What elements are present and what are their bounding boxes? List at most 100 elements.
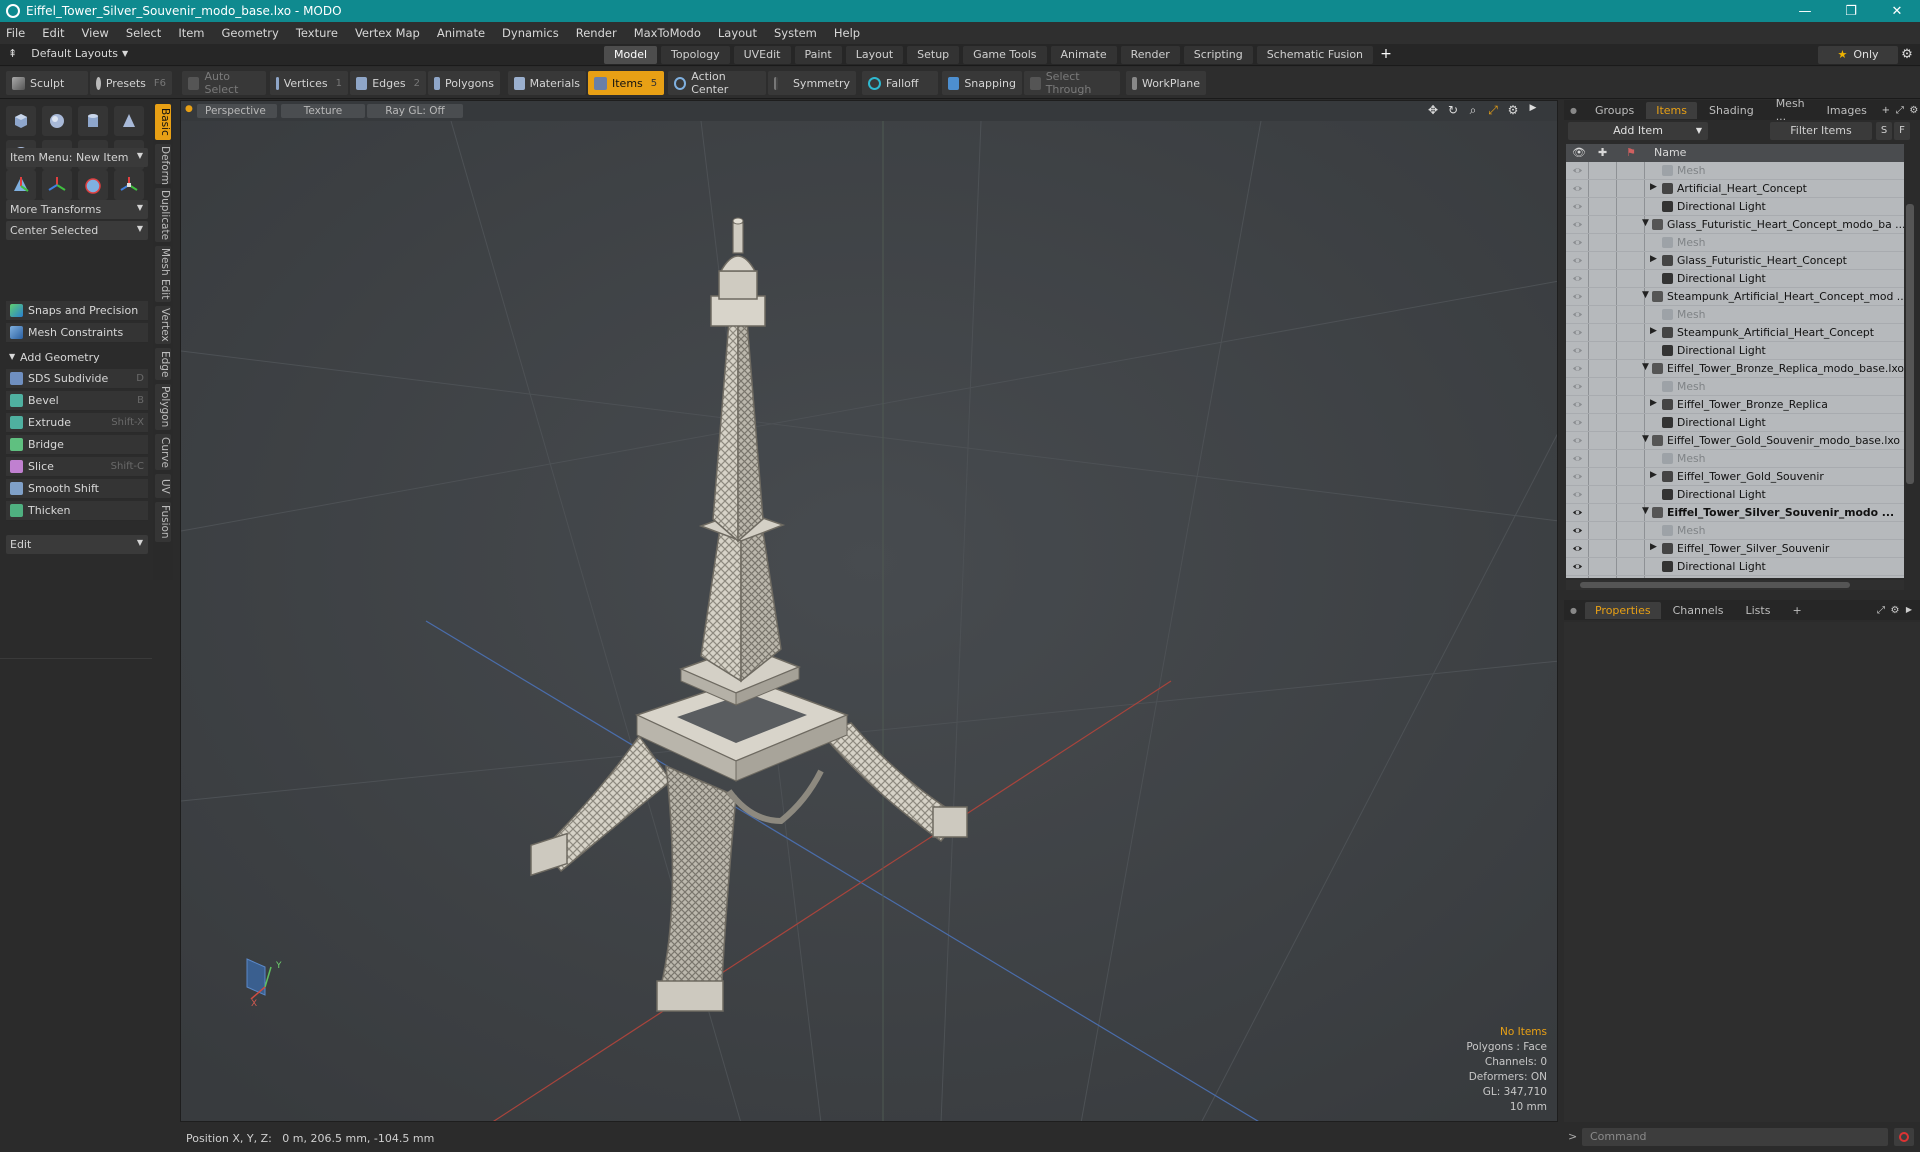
- viewport-canvas[interactable]: [181, 101, 1558, 1122]
- sidetab-vertex[interactable]: Vertex: [155, 306, 171, 344]
- vertices-button[interactable]: Vertices 1: [270, 71, 348, 95]
- center-selected-dropdown[interactable]: Center Selected ▼: [6, 221, 148, 240]
- expand-triangle-icon[interactable]: ▼: [1642, 218, 1649, 228]
- tab-model[interactable]: Model: [604, 46, 658, 64]
- mesh-constraints-button[interactable]: Mesh Constraints: [6, 323, 148, 343]
- tree-row-mesh[interactable]: Mesh: [1566, 450, 1904, 468]
- perspective-view-button[interactable]: Perspective: [197, 104, 277, 118]
- tree-row-mesh[interactable]: Mesh: [1566, 522, 1904, 540]
- sphere-icon[interactable]: [42, 106, 72, 136]
- menu-render[interactable]: Render: [576, 26, 617, 40]
- expand-triangle-icon[interactable]: ▼: [1642, 506, 1649, 516]
- items-button[interactable]: Items 5: [588, 71, 664, 95]
- tab-images[interactable]: Images: [1817, 102, 1877, 119]
- sculpt-button[interactable]: Sculpt: [6, 71, 88, 95]
- visibility-eye-icon[interactable]: [1572, 363, 1583, 374]
- tab-channels[interactable]: Channels: [1663, 602, 1734, 619]
- add-props-tab-button[interactable]: +: [1782, 602, 1811, 619]
- name-column-header[interactable]: Name: [1654, 146, 1686, 159]
- tree-row-group[interactable]: ▶ Steampunk_Artificial_Heart_Concept: [1566, 324, 1904, 342]
- expand-panel-icon[interactable]: ⤢: [1874, 605, 1888, 616]
- scale-transform-icon[interactable]: [78, 170, 108, 200]
- symmetry-button[interactable]: Symmetry: [768, 71, 856, 95]
- orbit-icon[interactable]: ↻: [1443, 103, 1463, 118]
- tab-properties[interactable]: Properties: [1584, 601, 1661, 619]
- extrude-button[interactable]: Extrude Shift-X: [6, 413, 148, 433]
- tab-layout[interactable]: Layout: [845, 46, 904, 64]
- workplane-button[interactable]: WorkPlane: [1126, 71, 1206, 95]
- tree-row-mesh[interactable]: Mesh: [1566, 234, 1904, 252]
- expand-triangle-icon[interactable]: ▼: [1642, 434, 1649, 444]
- menu-layout[interactable]: Layout: [718, 26, 757, 40]
- tree-row-mesh[interactable]: Mesh: [1566, 378, 1904, 396]
- expand-triangle-icon[interactable]: ▶: [1650, 470, 1657, 480]
- tab-animate[interactable]: Animate: [1050, 46, 1117, 64]
- visibility-eye-icon[interactable]: [1572, 309, 1583, 320]
- menu-file[interactable]: File: [6, 26, 25, 40]
- visibility-eye-icon[interactable]: [1572, 417, 1583, 428]
- expand-triangle-icon[interactable]: ▼: [1642, 290, 1649, 300]
- tree-row-light[interactable]: Directional Light: [1566, 342, 1904, 360]
- tab-items[interactable]: Items: [1646, 101, 1697, 119]
- expand-triangle-icon[interactable]: ▶: [1650, 182, 1657, 192]
- bridge-button[interactable]: Bridge: [6, 435, 148, 455]
- lock-column-icon[interactable]: ✚: [1598, 146, 1607, 159]
- rotate-transform-icon[interactable]: [42, 170, 72, 200]
- tree-row-group[interactable]: ▶ Glass_Futuristic_Heart_Concept: [1566, 252, 1904, 270]
- tree-row-light[interactable]: Directional Light: [1566, 270, 1904, 288]
- gear-icon[interactable]: ⚙: [1896, 46, 1918, 64]
- menu-dynamics[interactable]: Dynamics: [502, 26, 559, 40]
- item-menu-dropdown-real[interactable]: Item Menu: New Item ▼: [6, 148, 148, 167]
- tree-row-mesh[interactable]: Mesh: [1566, 162, 1904, 180]
- menu-texture[interactable]: Texture: [296, 26, 338, 40]
- expand-triangle-icon[interactable]: ▶: [1650, 254, 1657, 264]
- sidetab-uv[interactable]: UV: [155, 474, 171, 498]
- menu-select[interactable]: Select: [126, 26, 161, 40]
- visibility-eye-icon[interactable]: [1572, 471, 1583, 482]
- edit-dropdown[interactable]: Edit ▼: [6, 535, 148, 554]
- viewport-menu-dot-icon[interactable]: ●: [185, 104, 193, 114]
- command-history-button[interactable]: [1894, 1128, 1914, 1146]
- sidetab-duplicate[interactable]: Duplicate: [155, 188, 171, 242]
- tab-shading[interactable]: Shading: [1699, 102, 1764, 119]
- smooth-shift-button[interactable]: Smooth Shift: [6, 479, 148, 499]
- sidetab-edge[interactable]: Edge: [155, 348, 171, 380]
- expand-triangle-icon[interactable]: ▶: [1650, 542, 1657, 552]
- visibility-eye-icon[interactable]: [1572, 489, 1583, 500]
- snaps-precision-button[interactable]: Snaps and Precision: [6, 301, 148, 321]
- falloff-button[interactable]: Falloff: [862, 71, 938, 95]
- tree-row-light[interactable]: Directional Light: [1566, 486, 1904, 504]
- tree-row-group[interactable]: ▶ Eiffel_Tower_Silver_Souvenir: [1566, 540, 1904, 558]
- tab-groups[interactable]: Groups: [1585, 102, 1644, 119]
- menu-vertex-map[interactable]: Vertex Map: [355, 26, 420, 40]
- default-layouts-dropdown[interactable]: ⇞ Default Layouts ▼: [8, 47, 128, 60]
- tree-row-group[interactable]: ▶ Eiffel_Tower_Gold_Souvenir: [1566, 468, 1904, 486]
- select-through-button[interactable]: Select Through: [1024, 70, 1120, 96]
- hscrollbar-thumb[interactable]: [1580, 582, 1850, 588]
- texture-shading-button[interactable]: Texture: [281, 104, 365, 118]
- visibility-eye-icon[interactable]: [1572, 525, 1583, 536]
- tab-setup[interactable]: Setup: [907, 46, 960, 64]
- tree-row-light[interactable]: Directional Light: [1566, 558, 1904, 576]
- visibility-eye-icon[interactable]: [1572, 435, 1583, 446]
- visibility-eye-icon[interactable]: [1572, 255, 1583, 266]
- 3d-viewport[interactable]: Y X ● Perspective Texture Ray GL: Off ✥ …: [180, 100, 1558, 1122]
- visibility-eye-icon[interactable]: [1572, 453, 1583, 464]
- visibility-eye-icon[interactable]: [1572, 543, 1583, 554]
- render-column-icon[interactable]: ⚑: [1626, 146, 1636, 159]
- tree-row-group[interactable]: ▶ Eiffel_Tower_Bronze_Replica: [1566, 396, 1904, 414]
- sidetab-deform[interactable]: Deform: [155, 144, 171, 185]
- sidetab-basic[interactable]: Basic: [155, 104, 171, 140]
- menu-maxtomodo[interactable]: MaxToModo: [634, 26, 701, 40]
- viewport-settings-gear-icon[interactable]: ⚙: [1503, 103, 1523, 118]
- expand-panel-icon[interactable]: ⤢: [1893, 105, 1907, 116]
- expand-triangle-icon[interactable]: ▶: [1650, 398, 1657, 408]
- tab-topology[interactable]: Topology: [661, 46, 730, 64]
- pan-icon[interactable]: ✥: [1423, 103, 1443, 118]
- tree-row-scene[interactable]: ▼ Eiffel_Tower_Gold_Souvenir_modo_base.lx…: [1566, 432, 1904, 450]
- sidetab-mesh-edit[interactable]: Mesh Edit: [155, 246, 171, 302]
- menu-edit[interactable]: Edit: [42, 26, 64, 40]
- minimize-button[interactable]: —: [1782, 4, 1828, 19]
- menu-item[interactable]: Item: [178, 26, 204, 40]
- tab-paint[interactable]: Paint: [794, 46, 842, 64]
